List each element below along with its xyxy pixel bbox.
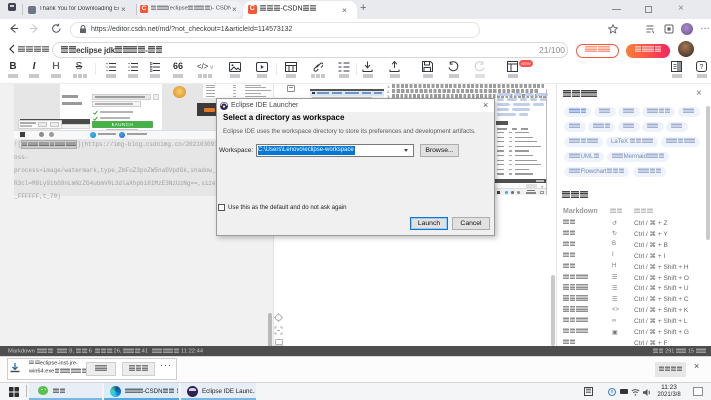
svg-text:?: ? [700,64,704,71]
